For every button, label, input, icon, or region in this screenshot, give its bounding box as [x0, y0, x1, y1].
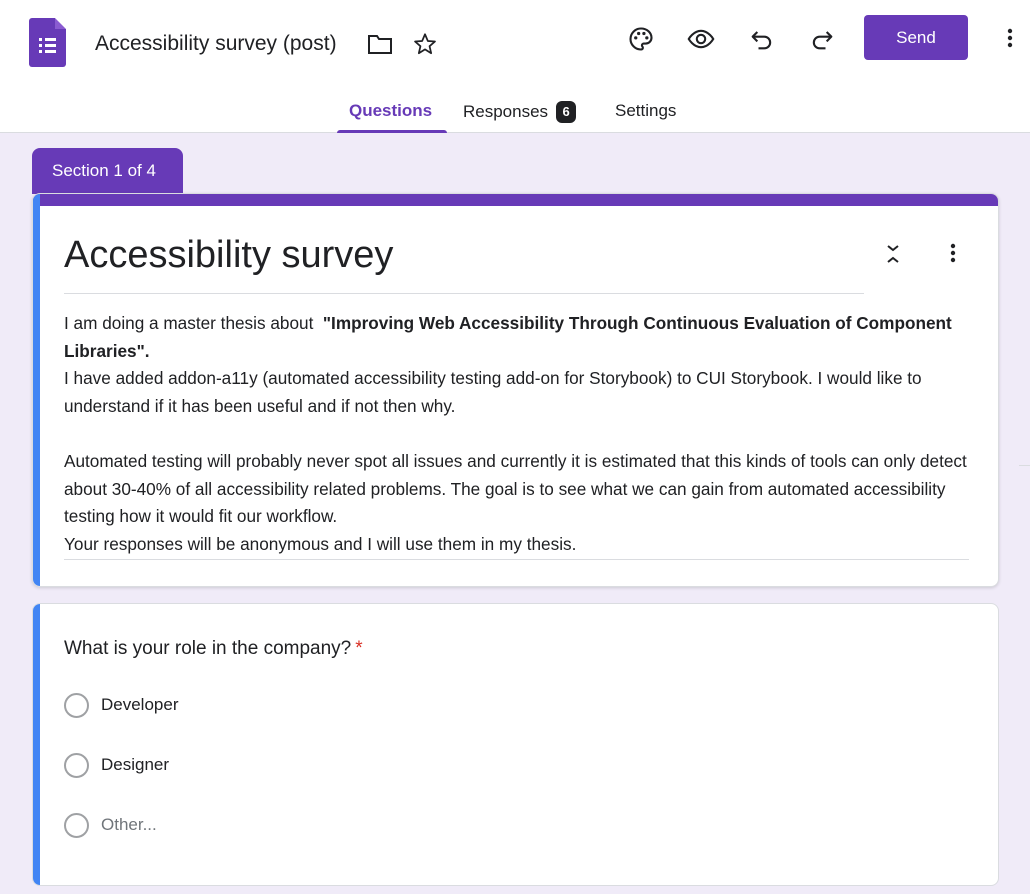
- option-label: Other...: [101, 815, 157, 834]
- active-tab-indicator: [337, 130, 447, 133]
- section-more-vert-icon[interactable]: [941, 240, 965, 268]
- undo-icon[interactable]: [748, 25, 776, 53]
- description-paragraph-addon: I have added addon-a11y (automated acces…: [64, 368, 922, 416]
- responses-count-badge: 6: [556, 101, 577, 123]
- description-paragraph-anonymous: Your responses will be anonymous and I w…: [64, 533, 577, 554]
- divider: [1019, 465, 1030, 466]
- description-paragraph-thesis: I am doing a master thesis about "Improv…: [64, 310, 969, 365]
- focus-indicator-bar: [33, 194, 40, 586]
- more-vert-icon[interactable]: [998, 24, 1022, 52]
- tab-responses[interactable]: Responses 6: [463, 96, 577, 133]
- section-indicator: Section 1 of 4: [32, 148, 183, 194]
- forms-app-icon[interactable]: [29, 18, 66, 67]
- radio-button[interactable]: [64, 693, 89, 718]
- option-label: Developer: [101, 695, 179, 714]
- palette-icon[interactable]: [627, 25, 655, 53]
- tab-responses-label: Responses: [463, 102, 549, 121]
- required-asterisk: *: [355, 638, 363, 659]
- tab-questions[interactable]: Questions: [337, 96, 447, 133]
- form-description-input[interactable]: I am doing a master thesis about "Improv…: [64, 310, 969, 561]
- tab-settings-label: Settings: [615, 101, 677, 120]
- preview-eye-icon[interactable]: [687, 25, 715, 53]
- document-title[interactable]: Accessibility survey (post): [95, 32, 337, 56]
- question-card[interactable]: What is your role in the company? * Devel…: [32, 603, 999, 886]
- folder-icon[interactable]: [367, 33, 393, 55]
- option-label: Designer: [101, 755, 170, 774]
- star-icon[interactable]: [412, 31, 438, 57]
- header-accent-bar: [33, 194, 998, 206]
- description-text: I am doing a master thesis about: [64, 313, 323, 333]
- redo-icon[interactable]: [808, 25, 836, 53]
- tab-settings[interactable]: Settings: [615, 96, 676, 133]
- form-title-input[interactable]: Accessibility survey: [64, 234, 864, 294]
- form-header-card[interactable]: Accessibility survey I am doing a master…: [32, 193, 999, 587]
- radio-button[interactable]: [64, 813, 89, 838]
- tab-questions-label: Questions: [349, 101, 433, 120]
- radio-button[interactable]: [64, 753, 89, 778]
- send-button[interactable]: Send: [864, 15, 968, 60]
- collapse-section-icon[interactable]: [881, 240, 905, 268]
- question-indicator-bar: [33, 604, 40, 885]
- top-app-bar: Accessibility survey (post) Send Questio…: [0, 0, 1030, 133]
- question-title-text: What is your role in the company?: [64, 638, 352, 659]
- question-title: What is your role in the company? *: [64, 638, 363, 660]
- description-paragraph-automated: Automated testing will probably never sp…: [64, 450, 967, 527]
